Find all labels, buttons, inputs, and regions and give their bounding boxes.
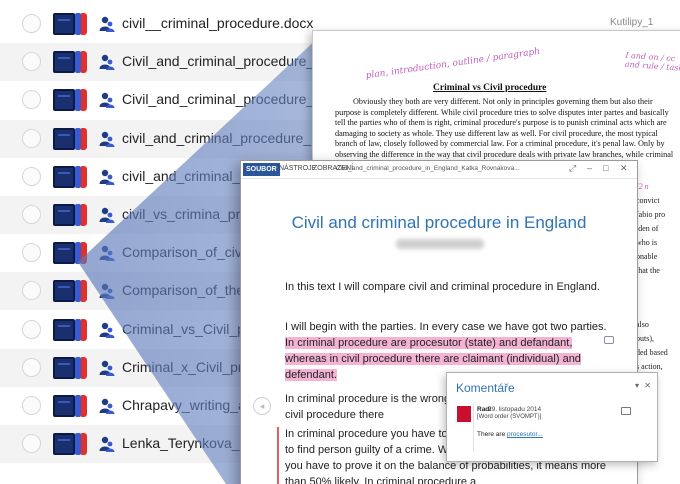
- margin-text-line: onable: [636, 252, 658, 261]
- background-document-body: Obviously they both are very different. …: [335, 97, 674, 159]
- margin-text-line: fabio pro: [636, 210, 666, 219]
- menu-file[interactable]: SOUBOR: [243, 163, 280, 176]
- close-comments-icon[interactable]: ✕: [644, 381, 651, 390]
- margin-text-line: convict: [636, 196, 660, 205]
- revision-bar: [277, 427, 279, 484]
- avatar: [457, 406, 471, 422]
- menu-tools[interactable]: NÁSTROJE: [279, 165, 316, 172]
- comment-text: There are procesutor...: [477, 431, 543, 438]
- margin-text-line: puts),: [636, 334, 654, 343]
- margin-text-line: that the: [636, 266, 660, 275]
- margin-text-line: ded based: [636, 348, 668, 357]
- margin-text-line: iden of: [636, 224, 659, 233]
- comment-link[interactable]: procesutor...: [507, 431, 543, 438]
- comments-title: Komentáře: [456, 381, 515, 395]
- chevron-down-icon[interactable]: ▾: [635, 381, 639, 390]
- margin-text-line: who is: [636, 238, 658, 247]
- window-title: Civil_and_criminal_procedure_in_England_…: [336, 165, 520, 172]
- paragraph-intro: In this text I will compare civil and cr…: [285, 281, 600, 293]
- word-title-bar: SOUBOR NÁSTROJE ZOBRAZENÍ Civil_and_crim…: [241, 161, 637, 179]
- reply-icon[interactable]: [621, 407, 631, 415]
- comment-text-prefix: There are: [477, 431, 507, 438]
- handwritten-note: plan, introduction, outline / paragraph: [365, 46, 541, 82]
- close-icon[interactable]: ✕: [620, 163, 628, 174]
- comment-date: 29. listopadu 2014: [488, 406, 542, 413]
- paragraph-parties-text: I will begin with the parties. In every …: [285, 321, 607, 333]
- document-title: Civil and criminal procedure in England: [291, 213, 587, 232]
- comment-marker-icon[interactable]: [604, 336, 614, 344]
- comment-divider: [473, 404, 474, 452]
- margin-text-line: s action,: [636, 362, 663, 371]
- background-document-title: Criminal vs Civil procedure: [433, 83, 547, 93]
- document-author-blurred: [396, 239, 484, 249]
- restore-icon[interactable]: □: [603, 163, 608, 173]
- comments-panel: Komentáře ▾ ✕ Radi 29. listopadu 2014 [W…: [446, 372, 658, 462]
- previous-page-icon[interactable]: ◂: [253, 397, 271, 415]
- fullscreen-icon[interactable]: ⤢: [569, 163, 576, 174]
- handwritten-note-right: I and on / cc and rule / task: [624, 50, 680, 73]
- comment-subject: [Word order (SVOMPT)]: [477, 414, 542, 420]
- minimize-icon[interactable]: –: [587, 163, 592, 173]
